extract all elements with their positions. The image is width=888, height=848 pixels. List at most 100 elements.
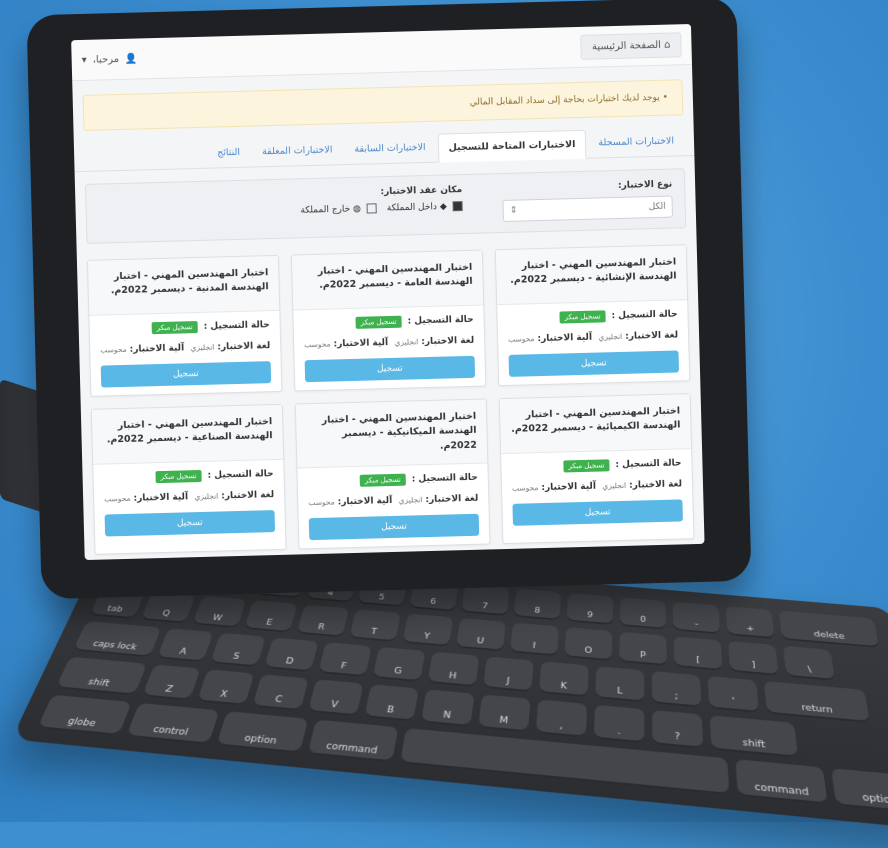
registration-status: حالة التسجيل : تسجيل مبكر xyxy=(511,457,682,473)
keyboard-key[interactable]: V xyxy=(307,679,364,717)
keyboard-key[interactable]: ' xyxy=(707,676,760,713)
place-filter: مكان عقد الاختبار: ◆ داخل المملكة ◍ خارج… xyxy=(300,185,463,227)
mode-info: آلية الاختبار:محوسب xyxy=(304,338,388,350)
keyboard-key[interactable]: X xyxy=(196,669,255,706)
keyboard-key[interactable]: option xyxy=(216,711,309,754)
keyboard-key[interactable]: ; xyxy=(651,671,702,708)
keyboard-key[interactable]: N xyxy=(420,689,475,727)
keyboard-key[interactable]: command xyxy=(735,759,828,805)
keyboard-key[interactable]: delete xyxy=(778,610,880,648)
keyboard-key[interactable]: 7 xyxy=(461,584,510,617)
registration-status: حالة التسجيل : تسجيل مبكر xyxy=(507,308,678,324)
welcome-label: مرحبا، xyxy=(92,53,120,66)
keyboard-key[interactable]: shift xyxy=(55,656,148,696)
keyboard-key[interactable]: A xyxy=(156,628,214,663)
place-options: ◆ داخل المملكة ◍ خارج المملكة xyxy=(300,201,463,216)
keyboard-key[interactable]: 0 xyxy=(619,597,667,630)
register-button[interactable]: تسجيل xyxy=(100,361,272,388)
keyboard-key[interactable]: 8 xyxy=(513,588,562,621)
tab-closed[interactable]: الاختبارات المغلقة xyxy=(252,136,343,166)
keyboard-key[interactable]: I xyxy=(509,622,559,657)
register-button[interactable]: تسجيل xyxy=(308,513,480,540)
keyboard-key[interactable]: W xyxy=(192,595,247,629)
registration-status: حالة التسجيل : تسجيل مبكر xyxy=(100,319,270,335)
keyboard-key[interactable]: Y xyxy=(402,613,454,647)
status-badge: تسجيل مبكر xyxy=(559,310,606,324)
exam-meta: لغة الاختبار:انجليزي آلية الاختبار:محوسب xyxy=(100,341,270,355)
keyboard-key[interactable]: C xyxy=(252,674,309,712)
keyboard-key[interactable]: ? xyxy=(652,709,704,749)
keyboard-key[interactable]: option xyxy=(831,768,888,815)
mode-info: آلية الاختبار:محوسب xyxy=(104,492,188,504)
user-menu[interactable]: 👤 مرحبا، ▾ xyxy=(82,53,138,65)
keyboard-key[interactable]: caps lock xyxy=(73,620,162,658)
keyboard-key[interactable]: Z xyxy=(141,664,201,701)
language-value: انجليزي xyxy=(602,480,627,491)
breadcrumb[interactable]: ⌂ الصفحة الرئيسية xyxy=(580,31,682,60)
keyboard-key[interactable]: + xyxy=(725,606,775,639)
keyboard-key[interactable]: E xyxy=(244,600,298,633)
exam-title: اختبار المهندسين المهني - اختبار الهندسة… xyxy=(495,245,688,306)
keyboard-key[interactable]: G xyxy=(372,646,426,683)
keyboard-key[interactable]: 9 xyxy=(566,593,614,626)
type-value: الكل xyxy=(648,201,666,213)
keyboard-key[interactable]: M xyxy=(478,694,531,733)
keyboard-key[interactable]: D xyxy=(263,637,319,673)
checkbox-checked-icon[interactable] xyxy=(452,201,463,212)
keyboard-key[interactable]: , xyxy=(535,699,588,738)
keyboard-key[interactable]: T xyxy=(349,609,401,643)
mode-label: آلية الاختبار: xyxy=(337,495,393,508)
keyboard-key[interactable]: control xyxy=(126,702,220,745)
keyboard-key[interactable]: globe xyxy=(37,694,132,736)
language-info: لغة الاختبار:انجليزي xyxy=(194,490,274,502)
keyboard-key[interactable]: command xyxy=(307,719,399,763)
keyboard-key[interactable]: H xyxy=(427,651,480,688)
keyboard-key[interactable]: U xyxy=(455,618,506,652)
tab-registered[interactable]: الاختبارات المسجلة xyxy=(588,127,684,157)
keyboard-key[interactable]: F xyxy=(317,642,372,678)
exam-card: اختبار المهندسين المهني - اختبار الهندسة… xyxy=(294,398,491,550)
type-select[interactable]: الكل ⇕ xyxy=(502,195,673,222)
exam-meta: لغة الاختبار:انجليزي آلية الاختبار:محوسب xyxy=(304,336,474,350)
exam-body: حالة التسجيل : تسجيل مبكر لغة الاختبار:ا… xyxy=(501,449,693,534)
keyboard-key[interactable]: [ xyxy=(673,636,723,671)
breadcrumb-label: الصفحة الرئيسية xyxy=(591,39,662,53)
mode-label: آلية الاختبار: xyxy=(333,338,389,350)
exam-title: اختبار المهندسين المهني - اختبار الهندسة… xyxy=(91,404,284,465)
keyboard-key[interactable]: S xyxy=(210,632,266,668)
register-button[interactable]: تسجيل xyxy=(512,499,683,526)
outside-label: خارج المملكة xyxy=(300,204,351,216)
outside-option[interactable]: ◍ خارج المملكة xyxy=(300,203,377,216)
keyboard-key[interactable]: \ xyxy=(782,645,836,681)
keyboard-key[interactable]: - xyxy=(672,601,721,635)
mode-value: محوسب xyxy=(511,483,539,493)
register-button[interactable]: تسجيل xyxy=(304,355,476,383)
status-label: حالة التسجيل : xyxy=(611,309,678,322)
keyboard-key[interactable]: L xyxy=(595,666,645,703)
keyboard-key[interactable]: return xyxy=(763,680,871,723)
tab-previous[interactable]: الاختبارات السابقة xyxy=(344,134,436,164)
register-button[interactable]: تسجيل xyxy=(508,350,680,377)
keyboard-key[interactable]: K xyxy=(538,661,589,698)
language-label: لغة الاختبار: xyxy=(625,330,679,342)
keyboard-key[interactable]: B xyxy=(364,684,419,722)
keyboard-key[interactable]: . xyxy=(593,704,645,744)
keyboard-key[interactable]: J xyxy=(482,656,534,693)
keyboard-key[interactable]: shift xyxy=(709,715,799,758)
exam-card: اختبار المهندسين المهني - اختبار الهندسة… xyxy=(498,393,695,544)
exam-body: حالة التسجيل : تسجيل مبكر لغة الاختبار:ا… xyxy=(497,300,689,385)
keyboard-key[interactable]: ] xyxy=(728,641,779,676)
inside-option[interactable]: ◆ داخل المملكة xyxy=(387,201,463,214)
tab-results[interactable]: النتائج xyxy=(207,139,251,168)
tag-icon: ◆ xyxy=(439,201,447,213)
keyboard-key[interactable]: O xyxy=(564,627,613,662)
register-button[interactable]: تسجيل xyxy=(104,510,276,537)
status-badge: تسجيل مبكر xyxy=(355,315,402,329)
tab-bar: الاختبارات المسجلة الاختبارات المتاحة لل… xyxy=(73,126,695,173)
keyboard-key[interactable]: P xyxy=(619,631,667,666)
language-label: لغة الاختبار: xyxy=(221,490,275,502)
status-badge: تسجيل مبكر xyxy=(155,469,202,484)
checkbox-icon[interactable] xyxy=(366,203,377,214)
tab-available[interactable]: الاختبارات المتاحة للتسجيل xyxy=(437,129,587,163)
keyboard-key[interactable]: R xyxy=(296,604,350,638)
